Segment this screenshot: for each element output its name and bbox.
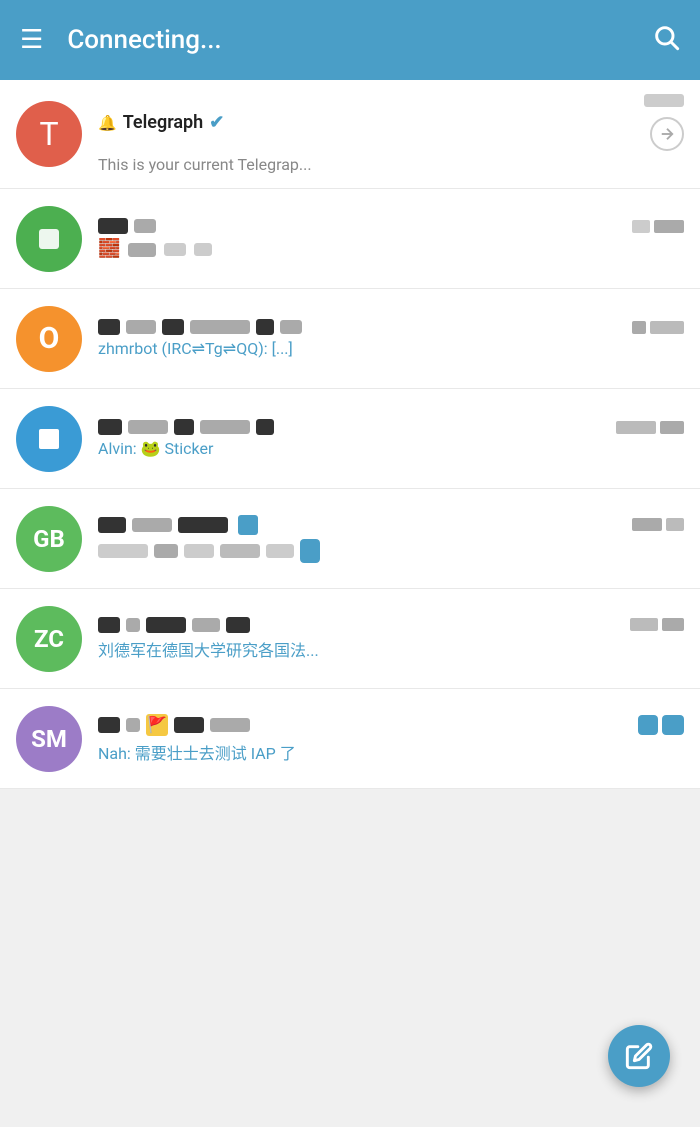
name-redacted bbox=[98, 218, 624, 234]
avatar bbox=[16, 406, 82, 472]
chat-right bbox=[632, 518, 684, 531]
avatar: O bbox=[16, 306, 82, 372]
chat-content: 刘德军在德国大学研究各国法... bbox=[98, 617, 684, 661]
chat-preview: This is your current Telegrap... bbox=[98, 155, 684, 174]
name-redacted: 🚩 bbox=[98, 714, 630, 736]
list-item[interactable]: T 🔔 Telegraph ✔ bbox=[0, 80, 700, 189]
chat-right bbox=[632, 321, 684, 334]
chat-content bbox=[98, 515, 684, 563]
chat-list: T 🔔 Telegraph ✔ bbox=[0, 80, 700, 789]
avatar: T bbox=[16, 101, 82, 167]
chat-preview: 刘德军在德国大学研究各国法... bbox=[98, 637, 684, 661]
chat-preview: Nah: 需要壮士去测试 IAP 了 bbox=[98, 740, 684, 764]
name-redacted bbox=[98, 319, 624, 335]
search-icon[interactable] bbox=[652, 23, 680, 58]
chat-top-row bbox=[98, 617, 684, 633]
topbar-title: Connecting... bbox=[67, 25, 652, 55]
mute-icon: 🔔 bbox=[98, 114, 117, 132]
avatar: SM bbox=[16, 706, 82, 772]
list-item[interactable]: GB bbox=[0, 489, 700, 589]
topbar: ☰ Connecting... bbox=[0, 0, 700, 80]
chat-time bbox=[644, 94, 684, 111]
avatar: ZC bbox=[16, 606, 82, 672]
menu-icon[interactable]: ☰ bbox=[20, 25, 43, 55]
edit-icon bbox=[625, 1042, 653, 1070]
name-redacted bbox=[98, 419, 608, 435]
chat-preview bbox=[98, 539, 684, 563]
chat-top-row bbox=[98, 218, 684, 234]
chat-top-row: 🚩 bbox=[98, 714, 684, 736]
compose-fab-button[interactable] bbox=[608, 1025, 670, 1087]
chat-content: Alvin: 🐸 Sticker bbox=[98, 419, 684, 458]
avatar: GB bbox=[16, 506, 82, 572]
chat-right bbox=[636, 94, 684, 151]
chat-content: 🧱 bbox=[98, 218, 684, 259]
chat-right bbox=[632, 220, 684, 233]
list-item[interactable]: ZC 刘德军在德国大学研究各国法... bbox=[0, 589, 700, 689]
chat-content: 🔔 Telegraph ✔ This is your bbox=[98, 94, 684, 174]
name-redacted bbox=[98, 617, 622, 633]
chat-content: 🚩 Nah: 需要壮士去测试 IAP 了 bbox=[98, 714, 684, 764]
chat-right bbox=[616, 421, 684, 434]
chat-preview: Alvin: 🐸 Sticker bbox=[98, 439, 684, 458]
chat-right bbox=[638, 715, 684, 735]
list-item[interactable]: O zhmrbot (IRC⇌Tg⇌QQ bbox=[0, 289, 700, 389]
name-redacted bbox=[98, 515, 624, 535]
chat-top-row bbox=[98, 515, 684, 535]
chat-name: 🔔 Telegraph ✔ bbox=[98, 112, 628, 133]
verified-badge: ✔ bbox=[209, 112, 224, 133]
list-item[interactable]: Alvin: 🐸 Sticker bbox=[0, 389, 700, 489]
chat-preview: zhmrbot (IRC⇌Tg⇌QQ): [...] bbox=[98, 339, 684, 358]
list-item[interactable]: SM 🚩 Nah: 需要壮士去测试 IAP 了 bbox=[0, 689, 700, 789]
send-arrow bbox=[650, 117, 684, 151]
list-item[interactable]: 🧱 bbox=[0, 189, 700, 289]
avatar bbox=[16, 206, 82, 272]
chat-right bbox=[630, 618, 684, 631]
chat-preview: 🧱 bbox=[98, 238, 684, 259]
chat-top-row bbox=[98, 319, 684, 335]
chat-top-row bbox=[98, 419, 684, 435]
contact-name-telegraph: Telegraph bbox=[123, 112, 204, 133]
chat-top-row: 🔔 Telegraph ✔ bbox=[98, 94, 684, 151]
chat-content: zhmrbot (IRC⇌Tg⇌QQ): [...] bbox=[98, 319, 684, 358]
